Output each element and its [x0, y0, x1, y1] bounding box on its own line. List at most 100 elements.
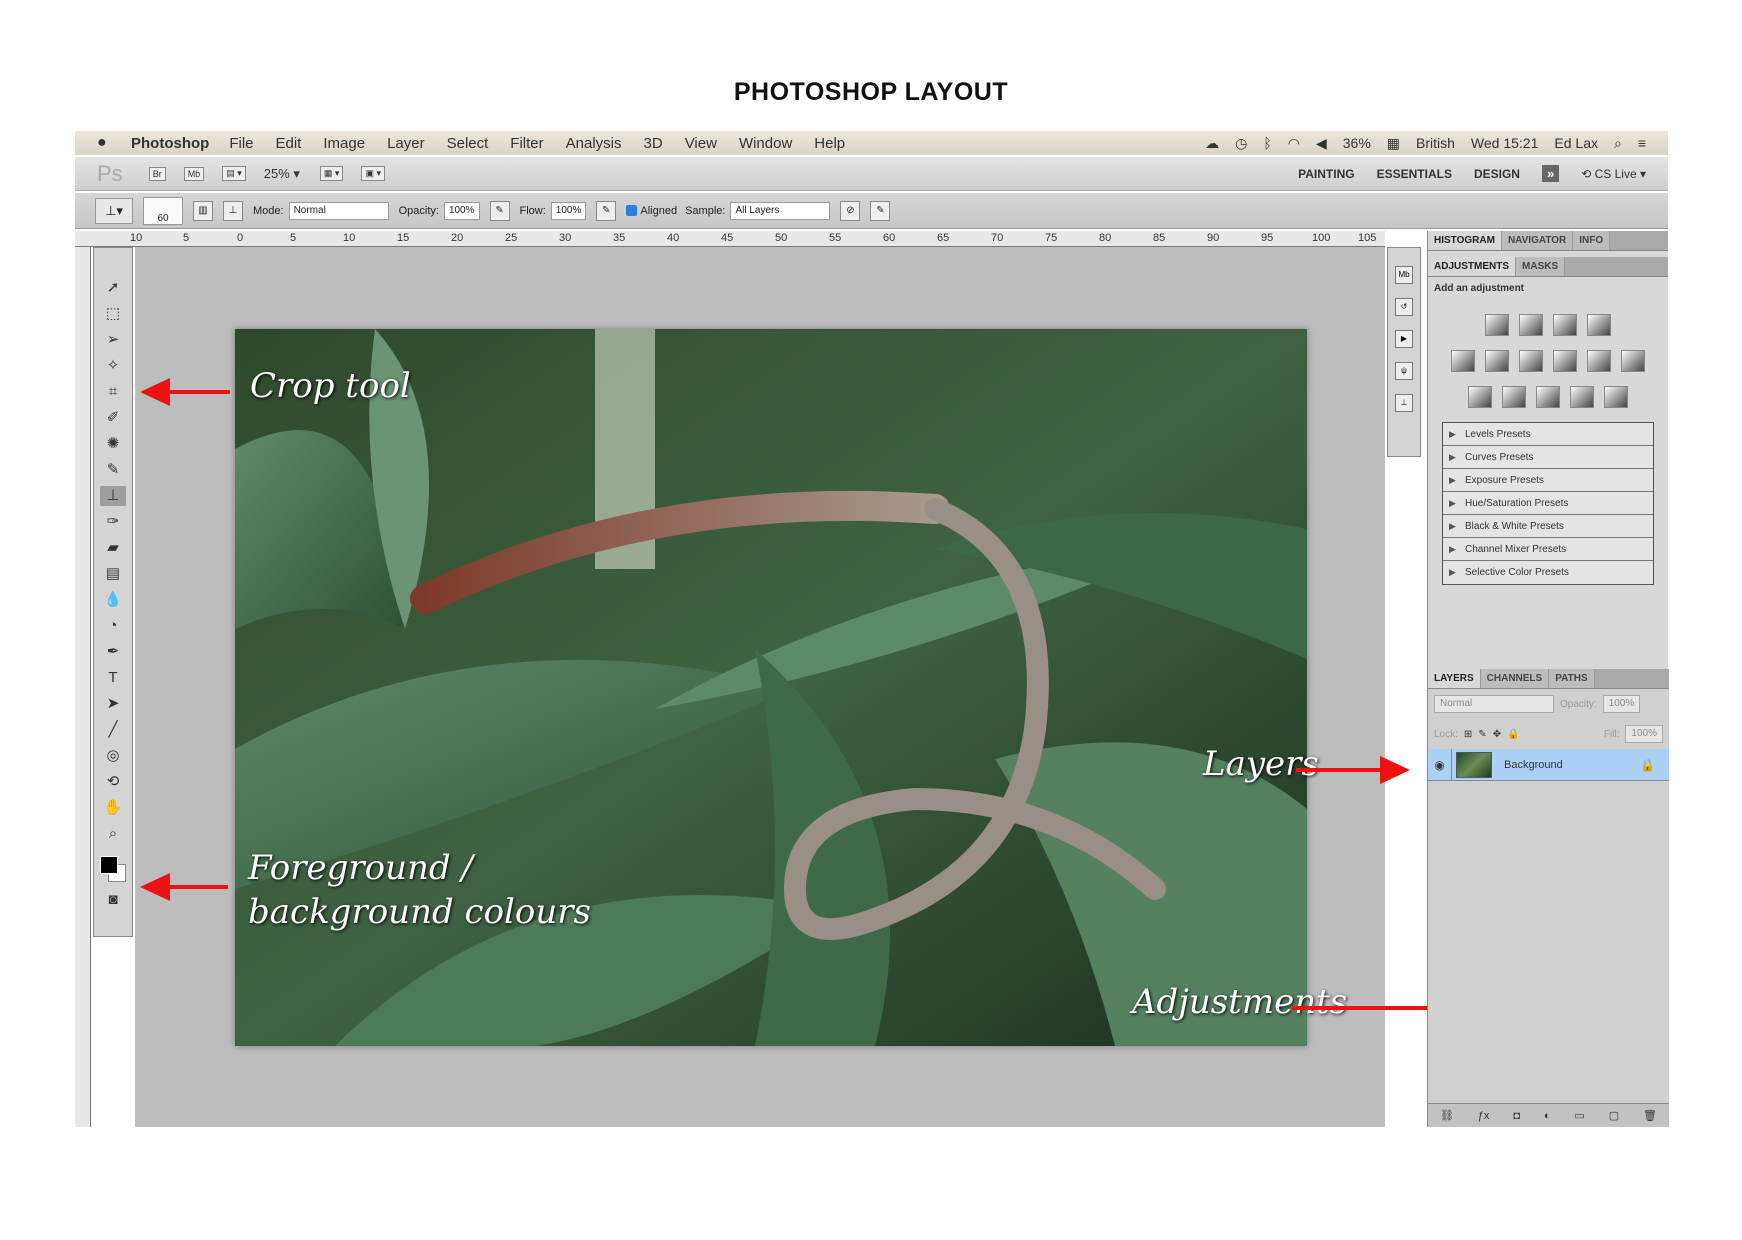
brush-picker[interactable]: 60 — [143, 196, 183, 225]
flow-field[interactable]: 100% — [550, 201, 587, 220]
menu-app-name[interactable]: Photoshop — [131, 135, 209, 152]
layer-opacity-field[interactable]: 100% — [1602, 695, 1641, 713]
tab-paths[interactable]: PATHS — [1549, 669, 1595, 688]
invert-icon[interactable] — [1468, 386, 1492, 408]
delete-layer-icon[interactable]: 🗑 — [1643, 1109, 1657, 1122]
preset-black-white[interactable]: Black & White Presets — [1443, 515, 1653, 538]
menu-edit[interactable]: Edit — [276, 135, 302, 152]
clone-stamp-tool-icon[interactable]: ⊥ — [100, 486, 126, 506]
gradient-tool-icon[interactable]: ▤ — [100, 564, 126, 584]
curves-icon[interactable] — [1553, 314, 1577, 336]
tab-layers[interactable]: LAYERS — [1428, 669, 1481, 688]
threshold-icon[interactable] — [1536, 386, 1560, 408]
brightness-contrast-icon[interactable] — [1485, 314, 1509, 336]
magic-wand-tool-icon[interactable]: ✧ — [100, 356, 126, 376]
line-tool-icon[interactable]: ╱ — [100, 720, 126, 740]
screen-mode-button[interactable]: ▣ ▾ — [361, 166, 385, 181]
menu-image[interactable]: Image — [323, 135, 365, 152]
clone-source-panel-icon[interactable]: ⊥ — [1395, 394, 1413, 412]
preset-exposure[interactable]: Exposure Presets — [1443, 469, 1653, 492]
dodge-tool-icon[interactable]: ◔ — [100, 616, 126, 636]
workspace-design[interactable]: DESIGN — [1474, 167, 1520, 181]
tool-preset-picker[interactable]: ⊥▾ — [95, 197, 133, 224]
wifi-icon[interactable]: ◠ — [1288, 135, 1300, 152]
clock[interactable]: Wed 15:21 — [1471, 135, 1538, 151]
arrange-documents-button[interactable]: ▦ ▾ — [319, 166, 344, 181]
menu-3d[interactable]: 3D — [644, 135, 663, 152]
hue-saturation-icon[interactable] — [1485, 350, 1509, 372]
menu-filter[interactable]: Filter — [510, 135, 543, 152]
black-white-icon[interactable] — [1553, 350, 1577, 372]
eraser-tool-icon[interactable]: ▰ — [100, 538, 126, 558]
hand-tool-icon[interactable]: ✋ — [100, 798, 126, 818]
aligned-checkbox[interactable]: Aligned — [626, 205, 677, 217]
preset-hue-saturation[interactable]: Hue/Saturation Presets — [1443, 492, 1653, 515]
visibility-eye-icon[interactable]: ◉ — [1428, 749, 1452, 780]
fill-field[interactable]: 100% — [1625, 725, 1663, 743]
airbrush-icon[interactable]: ✎ — [596, 200, 617, 221]
blend-mode-select[interactable]: Normal — [1434, 695, 1554, 713]
crop-tool-icon[interactable]: ⌗ — [100, 382, 126, 402]
pressure-size-icon[interactable]: ✎ — [870, 200, 891, 221]
brush-presets-icon[interactable]: ψ — [1395, 362, 1413, 380]
3d-rotate-tool-icon[interactable]: ◎ — [100, 746, 126, 766]
foreground-background-colors[interactable] — [98, 854, 128, 884]
mini-bridge-icon[interactable]: Mb — [1395, 266, 1413, 284]
bluetooth-icon[interactable]: ᛒ — [1263, 135, 1271, 151]
preset-selective-color[interactable]: Selective Color Presets — [1443, 561, 1653, 584]
mini-bridge-button[interactable]: Mb — [183, 166, 205, 181]
new-layer-icon[interactable]: ▢ — [1609, 1109, 1619, 1122]
apple-icon[interactable]: ● — [97, 134, 117, 152]
actions-icon[interactable]: ▶ — [1395, 330, 1413, 348]
new-adjustment-layer-icon[interactable]: ◐ — [1544, 1110, 1551, 1122]
lock-transparency-icon[interactable]: ⊞ — [1464, 729, 1472, 740]
menu-help[interactable]: Help — [814, 135, 845, 152]
history-icon[interactable]: ↺ — [1395, 298, 1413, 316]
preset-levels[interactable]: Levels Presets — [1443, 423, 1653, 446]
cloud-icon[interactable]: ☁ — [1205, 135, 1219, 152]
link-layers-icon[interactable]: ⛓ — [1440, 1109, 1454, 1122]
spotlight-search-icon[interactable]: ⌕ — [1614, 135, 1622, 152]
menu-analysis[interactable]: Analysis — [566, 135, 622, 152]
menu-view[interactable]: View — [685, 135, 717, 152]
more-workspaces-button[interactable]: » — [1541, 165, 1560, 182]
tab-navigator[interactable]: NAVIGATOR — [1501, 231, 1574, 250]
cs-live-button[interactable]: ⟲ CS Live ▾ — [1581, 167, 1646, 181]
new-group-icon[interactable]: ▭ — [1574, 1109, 1584, 1122]
view-extras-button[interactable]: ▤ ▾ — [222, 166, 246, 181]
brush-tool-icon[interactable]: ✎ — [100, 460, 126, 480]
sample-select[interactable]: All Layers — [730, 201, 831, 220]
exposure-icon[interactable] — [1587, 314, 1611, 336]
pressure-opacity-icon[interactable]: ✎ — [489, 200, 510, 221]
zoom-tool-icon[interactable]: ⌕ — [100, 824, 126, 844]
clone-source-icon[interactable]: ⊥ — [223, 200, 243, 221]
selective-color-icon[interactable] — [1604, 386, 1628, 408]
quick-mask-icon[interactable]: ◙ — [100, 890, 126, 910]
pen-tool-icon[interactable]: ✒ — [100, 642, 126, 662]
levels-icon[interactable] — [1519, 314, 1543, 336]
add-mask-icon[interactable]: ◘ — [1513, 1110, 1520, 1122]
3d-orbit-tool-icon[interactable]: ⟲ — [100, 772, 126, 792]
channel-mixer-icon[interactable] — [1621, 350, 1645, 372]
lock-pixels-icon[interactable]: ✎ — [1478, 729, 1486, 740]
type-tool-icon[interactable]: T — [100, 668, 126, 688]
preset-curves[interactable]: Curves Presets — [1443, 446, 1653, 469]
vibrance-icon[interactable] — [1451, 350, 1475, 372]
tab-masks[interactable]: MASKS — [1516, 257, 1566, 276]
preset-channel-mixer[interactable]: Channel Mixer Presets — [1443, 538, 1653, 561]
document-image[interactable] — [235, 329, 1307, 1046]
tab-info[interactable]: INFO — [1573, 231, 1611, 250]
bridge-button[interactable]: Br — [148, 166, 166, 181]
zoom-level[interactable]: 25% ▾ — [264, 166, 300, 182]
brush-panel-icon[interactable]: ▥ — [193, 200, 213, 221]
eyedropper-tool-icon[interactable]: ✐ — [100, 408, 126, 428]
blur-tool-icon[interactable]: 💧 — [100, 590, 126, 610]
layer-row-background[interactable]: ◉ Background 🔒 — [1428, 749, 1669, 781]
notification-list-icon[interactable]: ≡ — [1638, 135, 1646, 151]
posterize-icon[interactable] — [1502, 386, 1526, 408]
user-name[interactable]: Ed Lax — [1554, 135, 1598, 151]
workspace-painting[interactable]: PAINTING — [1298, 167, 1354, 181]
menu-layer[interactable]: Layer — [387, 135, 425, 152]
mode-select[interactable]: Normal — [288, 201, 389, 220]
fx-icon[interactable]: ƒx — [1478, 1110, 1490, 1122]
